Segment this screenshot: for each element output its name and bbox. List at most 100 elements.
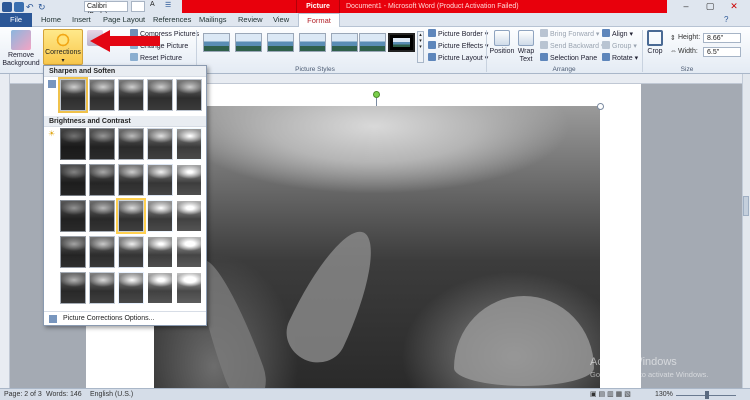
picture-style-3[interactable] [267, 33, 294, 52]
tab-file[interactable]: File [0, 13, 32, 27]
correction-preset-thumbnail[interactable] [118, 164, 144, 196]
picture-style-5[interactable] [331, 33, 358, 52]
correction-preset-thumbnail[interactable] [58, 77, 88, 113]
width-field[interactable]: 6.5" [703, 47, 741, 57]
redo-icon[interactable]: ↻ [38, 2, 48, 12]
correction-preset-thumbnail[interactable] [147, 128, 173, 160]
chevron-down-icon: ▾ [61, 58, 65, 64]
picture-style-4[interactable] [299, 33, 326, 52]
selected-picture[interactable] [154, 106, 600, 388]
correction-preset-thumbnail[interactable] [60, 200, 86, 232]
correction-preset-thumbnail[interactable] [176, 200, 202, 232]
vertical-scrollbar[interactable] [742, 74, 750, 388]
picture-layout-button[interactable]: Picture Layout ▾ [428, 53, 488, 63]
width-icon: ⇔ [670, 48, 677, 55]
reset-picture-icon [130, 53, 138, 61]
correction-preset-thumbnail[interactable] [118, 236, 144, 268]
selection-pane-button[interactable]: Selection Pane [540, 53, 597, 63]
font-size-box[interactable] [131, 1, 145, 12]
correction-preset-thumbnail[interactable] [118, 128, 144, 160]
text-effects-icon[interactable]: A [150, 1, 155, 8]
tab-review[interactable]: Review [235, 13, 266, 27]
rotate-handle[interactable] [373, 91, 380, 98]
correction-preset-thumbnail[interactable] [60, 236, 86, 268]
correction-preset-thumbnail[interactable] [89, 200, 115, 232]
picture-effects-button[interactable]: Picture Effects ▾ [428, 41, 488, 51]
minimize-icon[interactable]: – [674, 0, 698, 13]
tab-mailings[interactable]: Mailings [196, 13, 230, 27]
bring-forward-button[interactable]: Bring Forward ▾ [540, 29, 599, 39]
correction-preset-thumbnail[interactable] [89, 236, 115, 268]
tab-page-layout[interactable]: Page Layout [100, 13, 148, 27]
correction-preset-thumbnail[interactable] [60, 272, 86, 304]
font-name-box[interactable]: Calibri (Body) [84, 1, 128, 19]
picture-border-button[interactable]: Picture Border ▾ [428, 29, 488, 39]
picture-corrections-options[interactable]: Picture Corrections Options... [44, 311, 206, 325]
reset-picture-button[interactable]: Reset Picture [130, 53, 182, 63]
correction-preset-thumbnail[interactable] [118, 272, 144, 304]
align-button[interactable]: Align ▾ [602, 29, 633, 39]
correction-preset-thumbnail[interactable] [176, 128, 202, 160]
tab-view[interactable]: View [270, 13, 292, 27]
page-count[interactable]: Page: 2 of 3 [4, 389, 42, 400]
scrollbar-thumb[interactable] [743, 196, 749, 216]
activation-watermark-subtitle: Go to Settings to activate Windows. [590, 370, 709, 379]
correction-preset-thumbnail[interactable] [89, 128, 115, 160]
maximize-icon[interactable]: ▢ [698, 0, 722, 13]
styles-scroll[interactable]: ▴ ▾ ▾ [417, 31, 424, 63]
position-button[interactable]: Position [488, 30, 516, 56]
picture-style-6[interactable] [359, 33, 386, 52]
corrections-button[interactable]: Corrections ▾ [43, 29, 83, 65]
group-button[interactable]: Group ▾ [602, 41, 637, 51]
correction-preset-thumbnail[interactable] [89, 164, 115, 196]
width-label: Width: [678, 48, 698, 55]
resize-handle[interactable] [597, 103, 604, 110]
correction-preset-thumbnail[interactable] [176, 79, 202, 111]
options-icon [49, 315, 57, 323]
tab-home[interactable]: Home [38, 13, 64, 27]
wrap-text-button[interactable]: Wrap Text [515, 30, 537, 64]
tab-format[interactable]: Format [298, 13, 340, 28]
height-field[interactable]: 8.66" [703, 33, 741, 43]
correction-preset-thumbnail[interactable] [60, 128, 86, 160]
correction-preset-thumbnail[interactable] [147, 236, 173, 268]
close-icon[interactable]: ✕ [722, 0, 746, 13]
help-icon[interactable]: ? [724, 15, 728, 24]
picture-tools-context-tab: Picture Tools [296, 0, 340, 23]
correction-preset-thumbnail[interactable] [176, 164, 202, 196]
correction-preset-thumbnail[interactable] [176, 272, 202, 304]
crop-button[interactable]: Crop [644, 30, 666, 56]
bullets-icon[interactable]: ☰ [165, 1, 171, 9]
zoom-slider-thumb[interactable] [705, 391, 709, 399]
send-backward-button[interactable]: Send Backward ▾ [540, 41, 605, 51]
correction-preset-thumbnail[interactable] [147, 272, 173, 304]
correction-preset-thumbnail[interactable] [89, 272, 115, 304]
remove-background-button[interactable]: Remove Background [2, 30, 40, 68]
correction-preset-thumbnail[interactable] [147, 79, 173, 111]
word-count[interactable]: Words: 146 [46, 389, 82, 400]
leaf-shape [277, 219, 391, 373]
zoom-level[interactable]: 130% [655, 389, 673, 400]
undo-icon[interactable]: ↶ [26, 2, 36, 12]
save-icon[interactable] [14, 1, 24, 12]
effects-icon [428, 41, 436, 49]
border-icon [428, 29, 436, 37]
correction-preset-thumbnail[interactable] [60, 164, 86, 196]
tab-references[interactable]: References [150, 13, 194, 27]
send-backward-icon [540, 41, 548, 49]
window-title: Document1 - Microsoft Word (Product Acti… [346, 3, 519, 10]
rotate-button[interactable]: Rotate ▾ [602, 53, 638, 63]
picture-style-7[interactable] [388, 33, 415, 52]
picture-style-2[interactable] [235, 33, 262, 52]
correction-preset-thumbnail[interactable] [116, 198, 146, 234]
language-indicator[interactable]: English (U.S.) [90, 389, 133, 400]
sharpen-icon [48, 80, 56, 88]
correction-preset-thumbnail[interactable] [176, 236, 202, 268]
correction-preset-thumbnail[interactable] [147, 200, 173, 232]
correction-preset-thumbnail[interactable] [147, 164, 173, 196]
picture-style-1[interactable] [203, 33, 230, 52]
correction-preset-thumbnail[interactable] [118, 79, 144, 111]
correction-preset-thumbnail[interactable] [89, 79, 115, 111]
tab-insert[interactable]: Insert [69, 13, 94, 27]
view-buttons[interactable]: ▣ ▤ ▥ ▦ ▧ [590, 389, 631, 400]
